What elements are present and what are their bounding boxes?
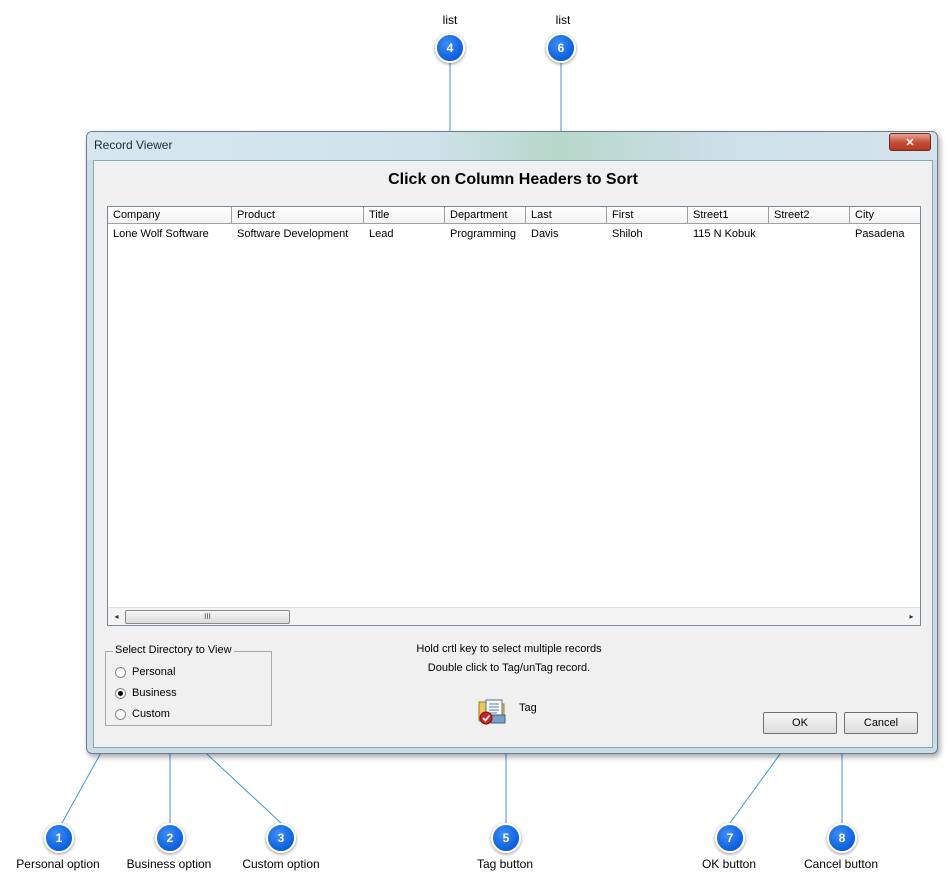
scroll-right-icon[interactable]: ▸ [903, 608, 920, 625]
callout-5-label: Tag button [476, 857, 534, 871]
callout-4-marker: 4 [435, 33, 465, 63]
column-header-department[interactable]: Department [445, 207, 526, 224]
radio-custom[interactable]: Custom [115, 706, 170, 722]
callout-1-label: Personal option [16, 857, 100, 871]
radio-business-label: Business [132, 687, 177, 699]
column-header-street1[interactable]: Street1 [688, 207, 769, 224]
radio-custom-label: Custom [132, 708, 170, 720]
callout-7-label: OK button [701, 857, 757, 871]
tag-button-label: Tag [519, 702, 537, 714]
cell-city: Pasadena [855, 228, 905, 240]
thumb-grip-icon: III [204, 612, 211, 621]
cell-product: Software Development [237, 228, 349, 240]
horizontal-scrollbar[interactable]: ◂ III ▸ [108, 607, 920, 625]
directory-group-legend: Select Directory to View [113, 644, 234, 656]
cell-street1: 115 N Kobuk [693, 228, 756, 240]
callout-1-marker: 1 [44, 823, 74, 853]
cell-first: Shiloh [612, 228, 643, 240]
sort-instruction-heading: Click on Column Headers to Sort [388, 171, 638, 188]
window-title: Record Viewer [94, 138, 173, 152]
close-button[interactable]: ✕ [889, 133, 931, 151]
callout-8-marker: 8 [827, 823, 857, 853]
cell-last: Davis [531, 228, 559, 240]
callout-3-marker: 3 [266, 823, 296, 853]
column-header-first[interactable]: First [607, 207, 688, 224]
callout-2-marker: 2 [155, 823, 185, 853]
cell-company: Lone Wolf Software [113, 228, 209, 240]
scrollbar-thumb[interactable]: III [125, 610, 290, 624]
callout-3-label: Custom option [242, 857, 320, 871]
directory-group-box: Select Directory to View Personal Busine… [105, 644, 272, 726]
callout-2-label: Business option [126, 857, 212, 871]
multi-select-hint: Hold crtl key to select multiple records [416, 643, 602, 655]
column-header-last[interactable]: Last [526, 207, 607, 224]
scroll-left-icon[interactable]: ◂ [108, 608, 125, 625]
callout-5-marker: 5 [491, 823, 521, 853]
tag-folder-icon [478, 699, 506, 725]
cell-street2 [769, 226, 850, 242]
callout-7-marker: 7 [715, 823, 745, 853]
record-viewer-window: Record Viewer ✕ Click on Column Headers … [86, 131, 938, 754]
column-header-title[interactable]: Title [364, 207, 445, 224]
column-header-company[interactable]: Company [108, 207, 232, 224]
callout-6-label: list [555, 13, 571, 27]
radio-business-circle[interactable] [115, 687, 126, 699]
title-bar[interactable]: Record Viewer ✕ [87, 132, 937, 160]
ok-button[interactable]: OK [763, 712, 837, 734]
callout-8-label: Cancel button [803, 857, 879, 871]
column-header-street2[interactable]: Street2 [769, 207, 850, 224]
dialog-client-area: Click on Column Headers to Sort Company … [93, 160, 933, 748]
radio-custom-circle[interactable] [115, 708, 126, 720]
records-list[interactable]: Company Product Title Department Last Fi… [107, 206, 921, 626]
callout-6-marker: 6 [546, 33, 576, 63]
cell-department: Programming [450, 228, 517, 240]
cancel-button[interactable]: Cancel [844, 712, 918, 734]
radio-personal[interactable]: Personal [115, 664, 175, 680]
column-header-city[interactable]: City [850, 207, 920, 224]
close-icon: ✕ [905, 136, 915, 149]
column-header-product[interactable]: Product [232, 207, 364, 224]
callout-4-label: list [442, 13, 458, 27]
radio-personal-circle[interactable] [115, 666, 126, 678]
radio-business[interactable]: Business [115, 685, 177, 701]
radio-personal-label: Personal [132, 666, 176, 678]
cell-title: Lead [369, 228, 394, 240]
tag-hint: Double click to Tag/unTag record. [427, 662, 591, 674]
